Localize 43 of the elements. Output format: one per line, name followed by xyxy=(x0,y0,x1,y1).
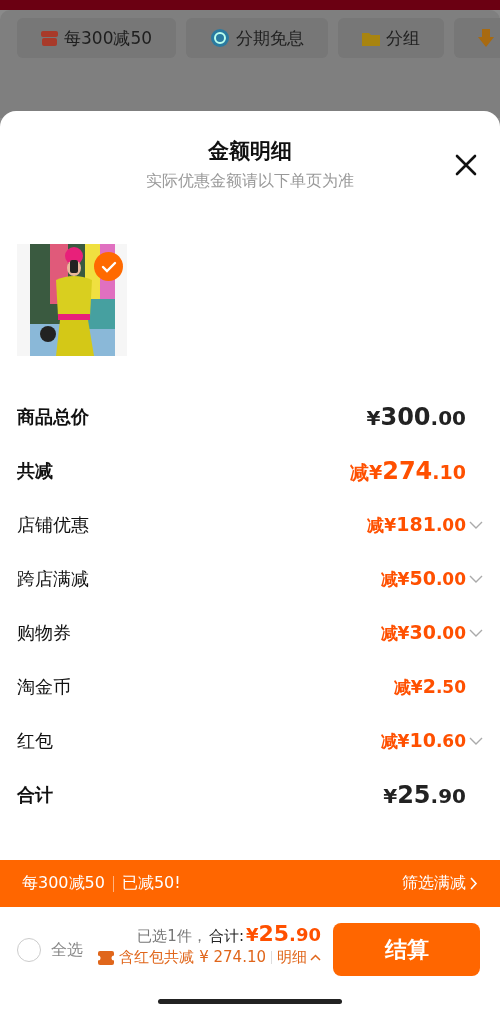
total-label: 合计: xyxy=(208,927,244,946)
total-price: ¥25.90 xyxy=(245,921,321,946)
amount-label: 购物券 xyxy=(17,621,71,645)
amount-value: ¥25.90 xyxy=(383,781,466,809)
filter-link[interactable]: 筛选满减 xyxy=(402,873,478,894)
amount-value: 减¥181.00 xyxy=(367,513,466,537)
chevron-up-icon xyxy=(310,954,321,961)
coupon-icon xyxy=(98,950,115,965)
amount-value: 减¥50.00 xyxy=(380,567,466,591)
amount-value: 减¥274.10 xyxy=(350,456,466,486)
filter-chip[interactable]: 分组 xyxy=(338,18,445,58)
installment-icon xyxy=(210,28,231,48)
selected-count: 已选1件， xyxy=(137,927,207,946)
product-card[interactable] xyxy=(17,244,127,356)
filter-chip[interactable]: 分期免息 xyxy=(186,18,329,58)
chevron-right-icon xyxy=(470,877,478,890)
detail-link[interactable]: 明细 xyxy=(277,948,321,967)
amount-value: 减¥2.50 xyxy=(393,675,466,699)
chevron-down-icon[interactable] xyxy=(469,737,483,745)
amount-label: 合计 xyxy=(17,783,53,807)
amount-label: 跨店满减 xyxy=(17,567,89,591)
chevron-down-icon[interactable] xyxy=(469,521,483,529)
chevron-down-icon[interactable] xyxy=(469,575,483,583)
checkout-button[interactable]: 结算 xyxy=(333,923,480,976)
promo-rule: 每300减50 xyxy=(22,873,105,894)
amount-value: 减¥10.60 xyxy=(380,729,466,753)
select-all-checkbox[interactable]: 全选 xyxy=(17,923,83,977)
amount-label: 淘金币 xyxy=(17,675,71,699)
filter-chip[interactable]: 每300减50 xyxy=(17,18,177,58)
savings-text: 含红包共减 ¥ 274.10 xyxy=(119,948,266,967)
amount-label: 共减 xyxy=(17,459,53,483)
chevron-down-icon[interactable] xyxy=(469,629,483,637)
sheet-title: 金额明细 xyxy=(208,138,292,165)
amount-label: 红包 xyxy=(17,729,53,753)
amount-value: ¥300.00 xyxy=(366,403,466,431)
download-icon xyxy=(478,29,495,47)
promo-status: 已减50! xyxy=(121,873,181,894)
amount-label: 店铺优惠 xyxy=(17,513,89,537)
amount-value: 减¥30.00 xyxy=(380,621,466,645)
gift-icon xyxy=(41,30,58,46)
sheet-subtitle: 实际优惠金额请以下单页为准 xyxy=(146,171,354,192)
folder-icon xyxy=(362,30,381,46)
amount-label: 商品总价 xyxy=(17,405,89,429)
